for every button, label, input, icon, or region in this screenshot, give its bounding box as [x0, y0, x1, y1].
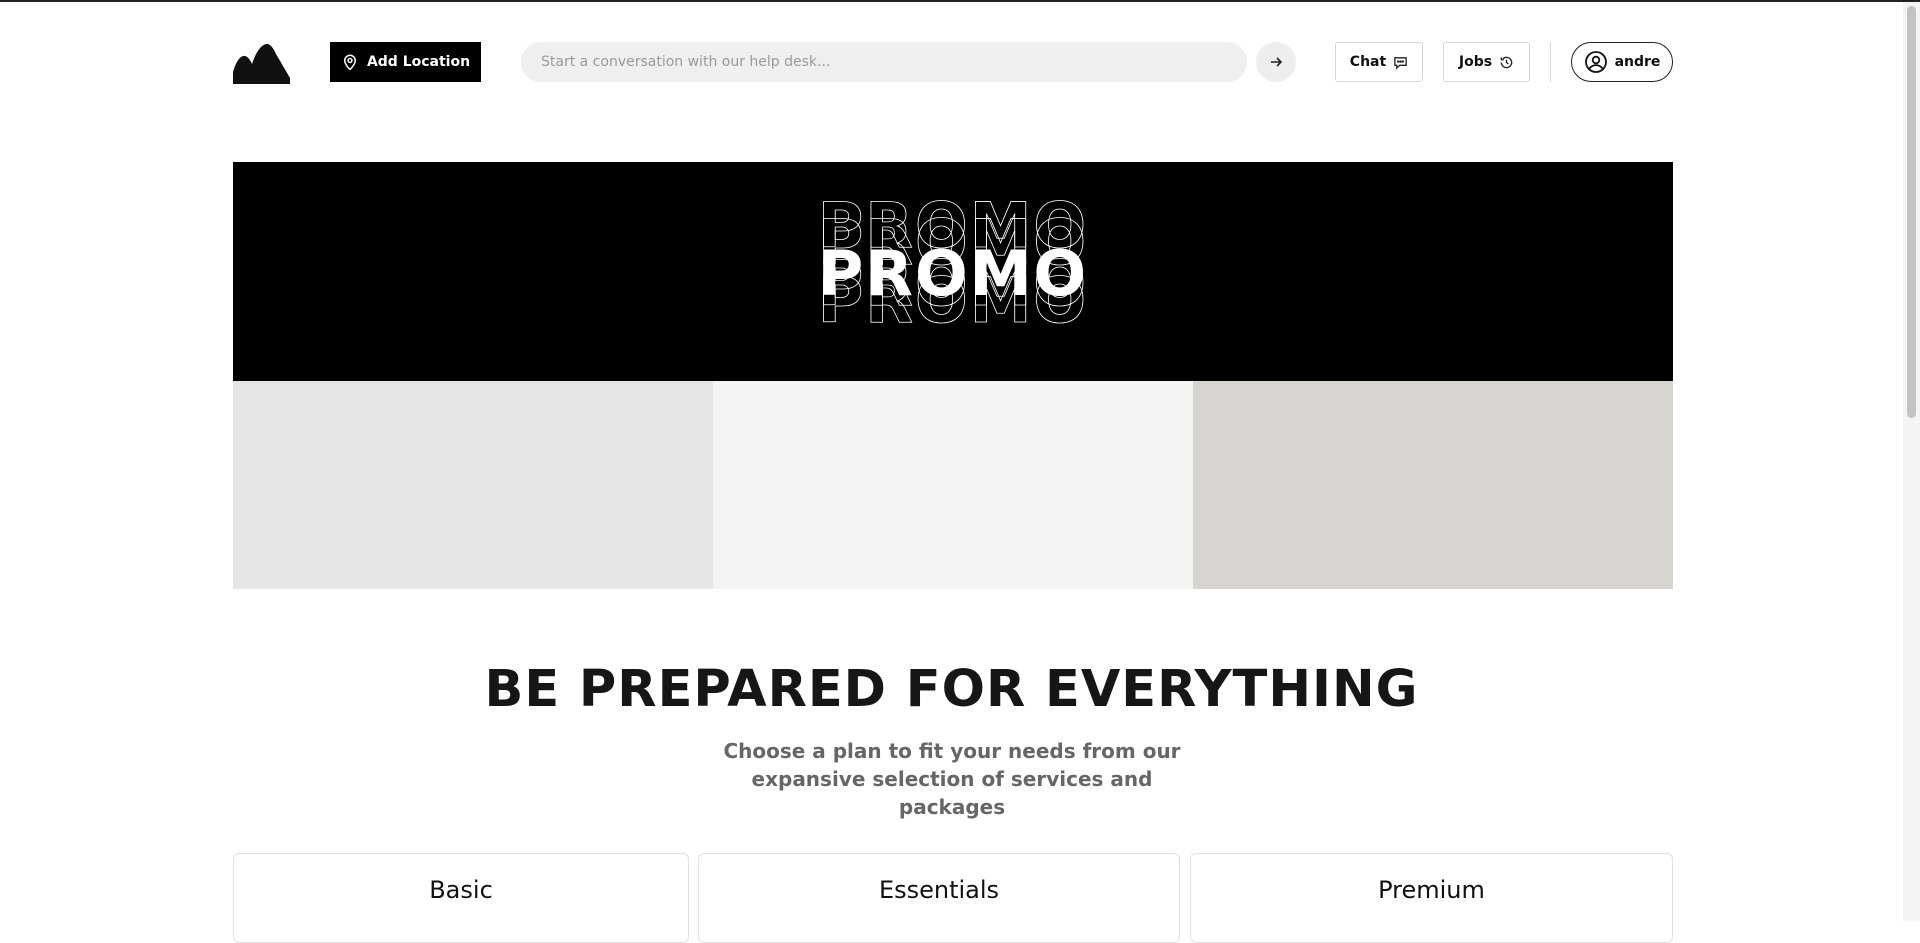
help-desk-search-input[interactable] — [521, 42, 1247, 82]
hero-subtitle: Choose a plan to fit your needs from our… — [723, 739, 1181, 819]
plan-card-premium[interactable]: Premium — [1190, 853, 1673, 943]
arrow-right-icon — [1271, 57, 1283, 67]
user-circle-icon — [1584, 51, 1607, 73]
mountain-logo-icon[interactable] — [233, 42, 290, 84]
plan-card-essentials[interactable]: Essentials — [698, 853, 1180, 943]
chat-bubble-icon — [1394, 56, 1407, 70]
add-location-label: Add Location — [366, 54, 471, 70]
window-top-border — [0, 0, 1920, 2]
hero-title: BE PREPARED FOR EVERYTHING — [484, 660, 1419, 719]
plan-name: Basic — [429, 876, 493, 904]
user-menu-button[interactable]: andre — [1571, 42, 1673, 82]
promo-banner[interactable]: PROMO PROMO PROMO PROMO PROMO — [233, 162, 1673, 381]
promo-tile-3[interactable] — [1193, 381, 1673, 589]
promo-graphic: PROMO PROMO PROMO PROMO PROMO — [817, 189, 1088, 338]
add-location-button[interactable]: Add Location — [330, 42, 481, 82]
chat-label: Chat — [1349, 54, 1387, 70]
scrollbar-thumb[interactable] — [1907, 6, 1916, 418]
map-pin-icon — [343, 54, 356, 71]
plan-name: Essentials — [878, 876, 1000, 904]
plan-name: Premium — [1378, 876, 1485, 904]
user-name: andre — [1614, 54, 1661, 70]
promo-tile-1[interactable] — [233, 381, 713, 589]
jobs-button[interactable]: Jobs — [1443, 42, 1530, 82]
history-icon — [1500, 56, 1513, 68]
site-header: Add Location Chat Jobs andre — [233, 40, 1673, 84]
plan-card-basic[interactable]: Basic — [233, 853, 689, 943]
chat-button[interactable]: Chat — [1335, 42, 1423, 82]
header-divider — [1550, 42, 1551, 82]
promo-title: PROMO — [818, 237, 1088, 310]
send-button[interactable] — [1256, 42, 1296, 82]
jobs-label: Jobs — [1458, 54, 1493, 70]
promo-tile-2[interactable] — [713, 381, 1193, 589]
